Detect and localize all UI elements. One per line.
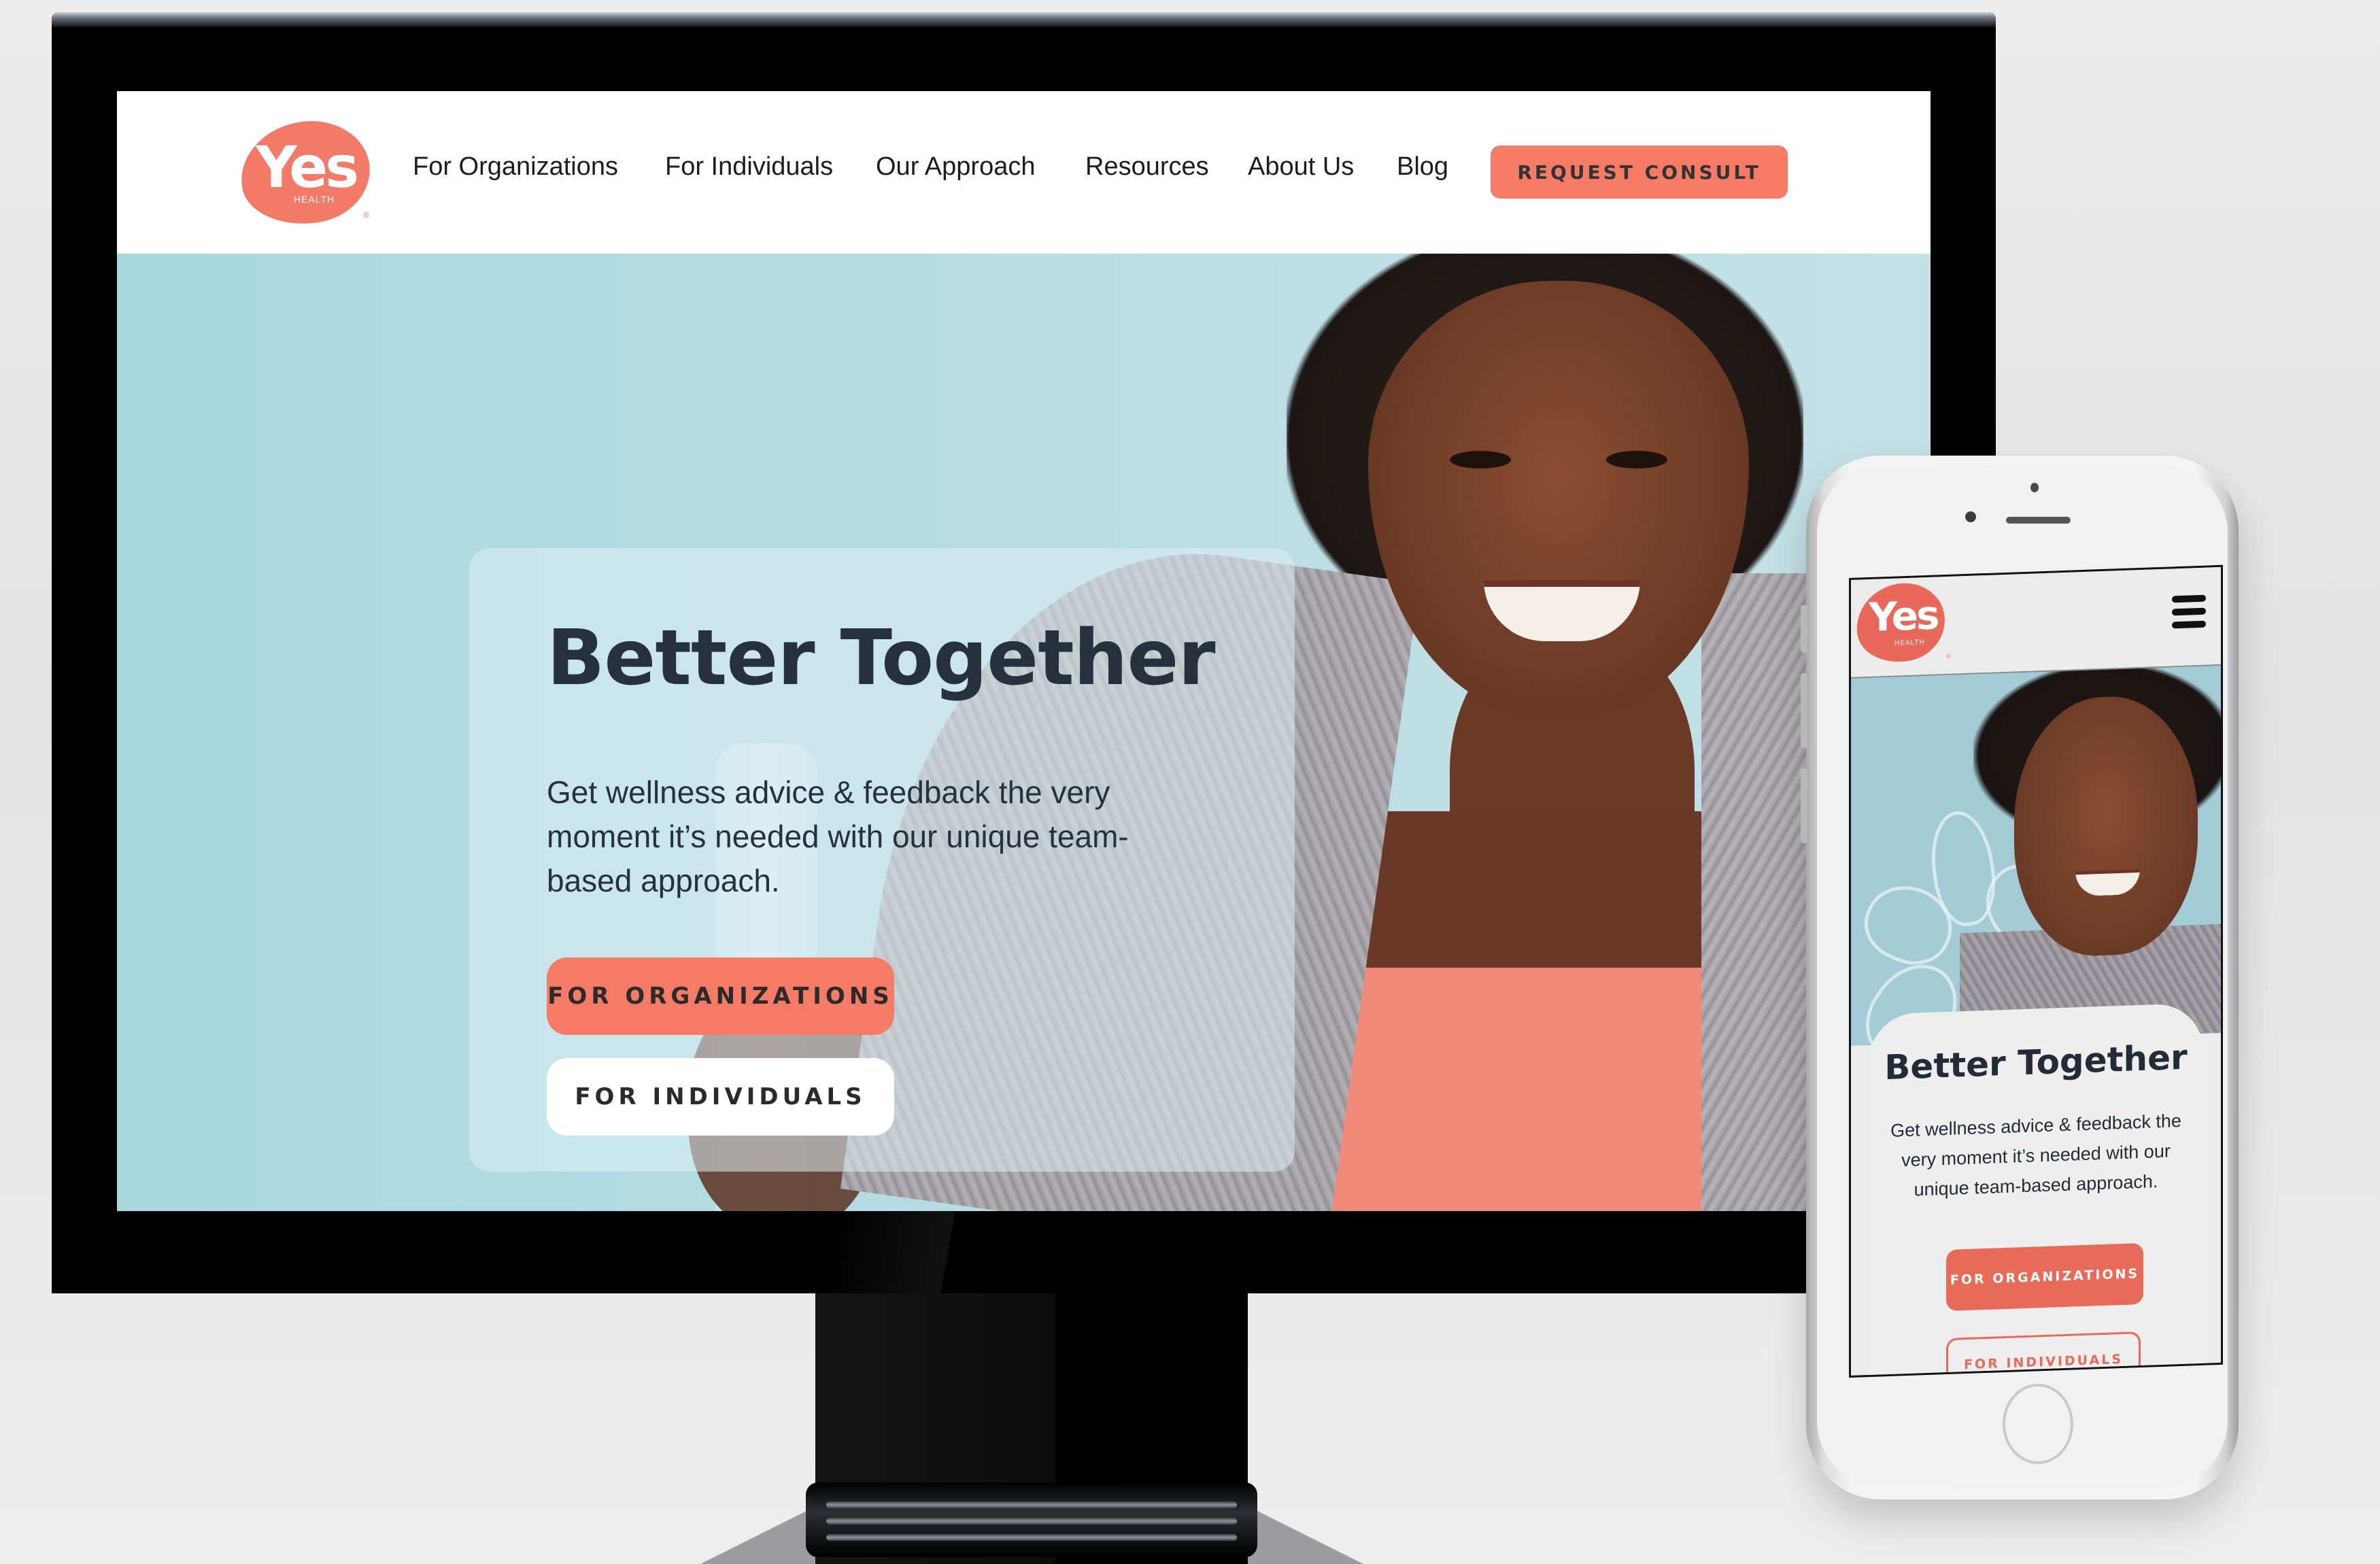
registered-mark-icon: ® [363, 210, 369, 220]
for-organizations-button[interactable]: FOR ORGANIZATIONS [547, 957, 894, 1035]
mobile-screen: Yes HEALTH ® Better Together Get wellnes… [1849, 564, 2223, 1378]
mobile-hero-description: Get wellness advice & feedback the very … [1890, 1110, 2181, 1200]
photo-eye-right [1606, 451, 1667, 469]
desktop-screen: Yes HEALTH ® For Organizations For Indiv… [117, 91, 1931, 1211]
photo-eye-left [1450, 451, 1511, 469]
site-header: Yes HEALTH ® For Organizations For Indiv… [117, 91, 1931, 254]
phone-sensor [2030, 483, 2039, 492]
phone-volume-down [1801, 768, 1807, 843]
phone-home-button[interactable] [2003, 1384, 2073, 1464]
logo-wordmark: Yes [256, 134, 359, 201]
mobile-hero-image [1851, 665, 2221, 1046]
phone-speaker [2006, 517, 2071, 524]
nav-for-organizations[interactable]: For Organizations [413, 152, 618, 182]
stand-rib [826, 1518, 1237, 1525]
nav-our-approach[interactable]: Our Approach [876, 152, 1035, 182]
stand-rib [826, 1534, 1237, 1541]
logo-wordmark: Yes [1869, 592, 1938, 641]
hero-description: Get wellness advice & feedback the very … [547, 775, 1129, 898]
for-individuals-button[interactable]: FOR INDIVIDUALS [547, 1058, 894, 1136]
photo-face [1368, 281, 1749, 716]
hamburger-bar [2172, 607, 2206, 616]
phone-front-camera-icon [1965, 511, 1976, 522]
hero-heading: Better Together [547, 614, 1216, 702]
mobile-yes-health-logo[interactable]: Yes HEALTH ® [1851, 576, 1951, 669]
nav-about-us[interactable]: About Us [1248, 152, 1354, 182]
mobile-header: Yes HEALTH ® [1851, 566, 2221, 679]
phone-mute-switch [1801, 605, 1807, 653]
registered-mark-icon: ® [1946, 652, 1951, 660]
monitor-stand-foot-right [1241, 1503, 1363, 1564]
logo-subtitle: HEALTH [1894, 639, 1925, 647]
hero-section: Better Together Get wellness advice & fe… [117, 254, 1931, 1211]
phone-volume-up [1801, 673, 1807, 748]
hamburger-bar [2172, 594, 2206, 603]
nav-resources[interactable]: Resources [1085, 152, 1209, 182]
monitor-stand-hinge [806, 1482, 1257, 1557]
request-consult-button[interactable]: REQUEST CONSULT [1491, 146, 1788, 199]
nav-blog[interactable]: Blog [1397, 152, 1448, 182]
hamburger-menu-icon[interactable] [2172, 594, 2206, 629]
monitor-stand-foot-left [700, 1503, 823, 1564]
mobile-for-organizations-button[interactable]: FOR ORGANIZATIONS [1946, 1242, 2143, 1312]
photo-face [2014, 694, 2198, 959]
yes-health-logo[interactable]: Yes HEALTH ® [234, 113, 377, 233]
logo-subtitle: HEALTH [294, 194, 335, 205]
hamburger-bar [2172, 620, 2206, 629]
nav-for-individuals[interactable]: For Individuals [665, 152, 833, 182]
stand-rib [826, 1501, 1237, 1508]
